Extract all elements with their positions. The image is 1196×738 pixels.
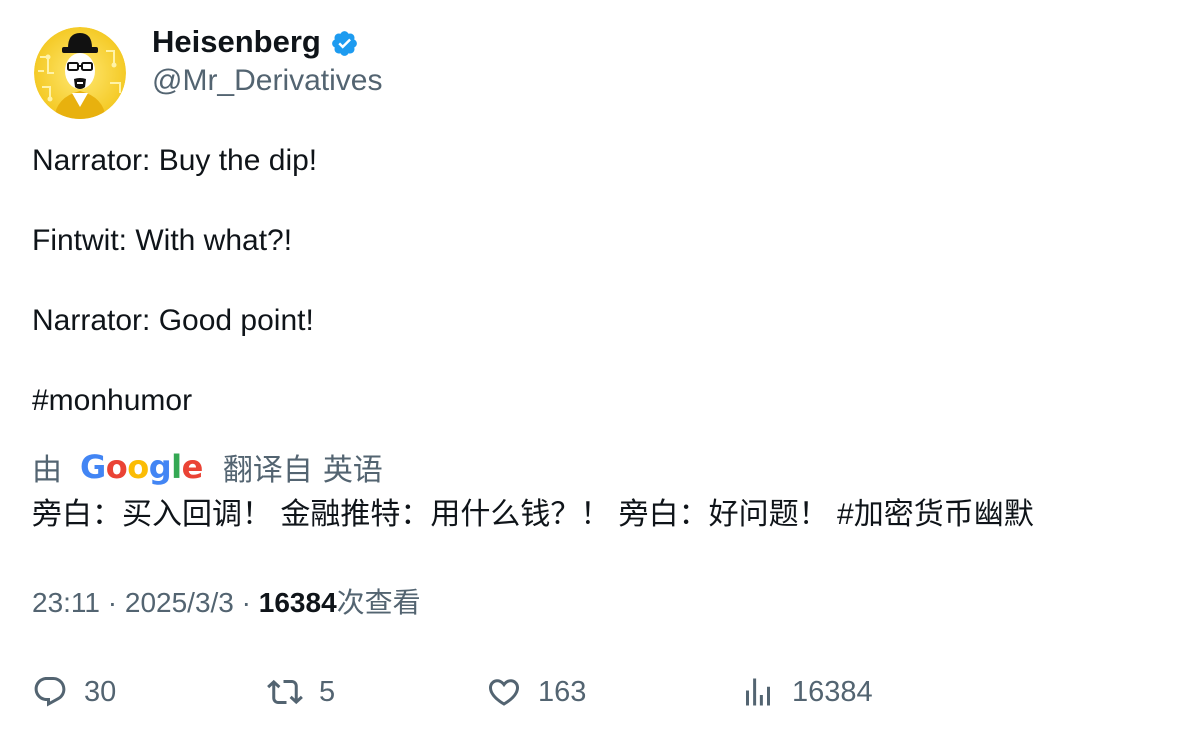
translation-prefix: 由: [32, 454, 62, 487]
retweet-button[interactable]: 5: [267, 670, 335, 714]
analytics-icon: [746, 678, 770, 706]
meta-separator: ·: [107, 587, 125, 618]
verified-badge-icon[interactable]: [330, 29, 359, 58]
avatar[interactable]: [34, 27, 126, 119]
reply-icon: [34, 677, 66, 707]
tweet-text-line: Narrator: Buy the dip!: [32, 144, 318, 177]
tweet-card: Heisenberg @Mr_Derivatives Narrator: Buy…: [0, 0, 1196, 738]
reply-count: 30: [84, 676, 117, 708]
heisenberg-avatar-icon: [34, 27, 126, 119]
translated-text: 旁白：买入回调！ 金融推特：用什么钱？！ 旁白：好问题！ #加密货币幽默: [32, 498, 1034, 531]
views-button[interactable]: 16384: [740, 670, 873, 714]
author-handle[interactable]: @Mr_Derivatives: [152, 63, 383, 99]
retweet-icon: [267, 679, 303, 705]
tweet-meta: 23:11 · 2025/3/3 · 16384次查看: [32, 585, 421, 621]
tweet-text-line: Fintwit: With what?!: [32, 224, 293, 257]
views-action-count: 16384: [792, 676, 873, 708]
translation-label: 翻译自: [222, 454, 313, 487]
translation-attribution: 由 Google 翻译自 英语: [32, 447, 383, 487]
views-count: 16384: [258, 587, 337, 618]
views-label: 次查看: [336, 587, 421, 618]
like-button[interactable]: 163: [486, 670, 586, 714]
tweet-text-line: Narrator: Good point!: [32, 304, 314, 337]
tweet-time[interactable]: 23:11: [32, 587, 100, 618]
tweet-date[interactable]: 2025/3/3: [125, 587, 234, 618]
meta-separator: ·: [241, 587, 259, 618]
heart-icon: [488, 679, 520, 706]
hashtag-link[interactable]: #monhumor: [32, 383, 192, 419]
display-name[interactable]: Heisenberg: [152, 23, 321, 61]
author-name-row: Heisenberg: [152, 22, 359, 62]
google-logo: Google: [80, 448, 203, 486]
retweet-count: 5: [319, 676, 336, 708]
like-count: 163: [538, 676, 587, 708]
reply-button[interactable]: 30: [32, 670, 116, 714]
translation-source-language: 英语: [322, 454, 383, 487]
